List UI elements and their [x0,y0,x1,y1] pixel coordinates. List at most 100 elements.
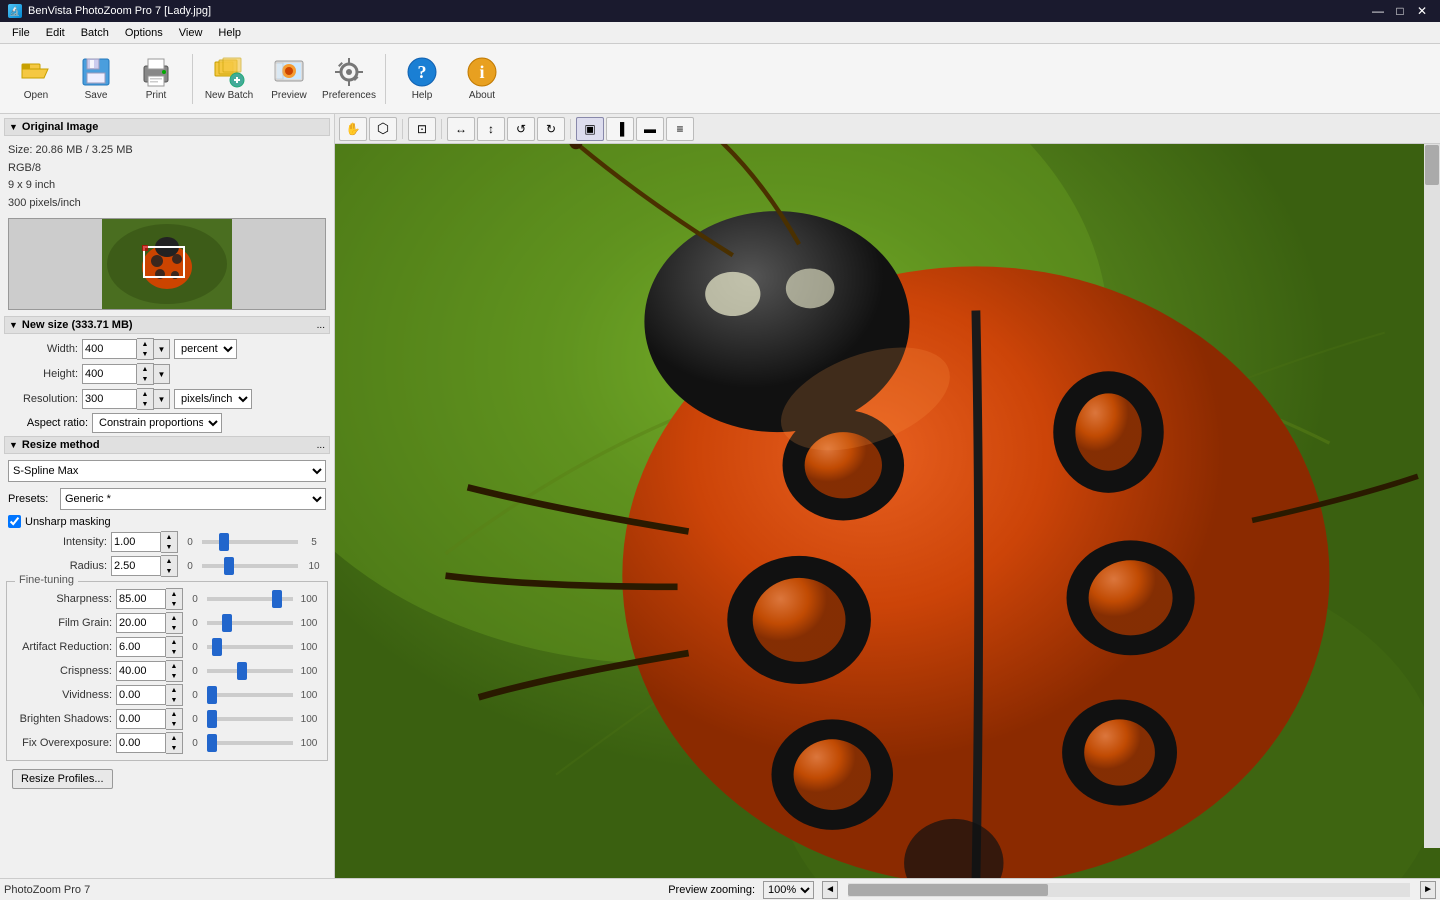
scroll-left-button[interactable]: ◄ [822,881,838,899]
preferences-button[interactable]: Preferences [321,48,377,110]
artifact-reduction-down[interactable]: ▼ [166,647,182,657]
resize-method-more[interactable]: ... [317,440,325,451]
original-image-header[interactable]: ▼ Original Image [4,118,330,136]
brighten-shadows-field[interactable] [116,709,166,729]
width-extra[interactable]: ▼ [154,339,170,359]
resolution-field[interactable] [82,389,137,409]
preview-label: Preview [271,90,307,101]
rotate-left-button[interactable]: ↺ [507,117,535,141]
sharpness-slider[interactable] [207,597,293,601]
fix-overexposure-up[interactable]: ▲ [166,733,182,743]
status-bar: PhotoZoom Pro 7 Preview zooming: 25% 50%… [0,878,1440,900]
menu-options[interactable]: Options [117,25,171,41]
flip-h-button[interactable]: ↔ [447,117,475,141]
maximize-button[interactable]: □ [1390,3,1410,19]
intensity-slider[interactable] [202,540,298,544]
menu-batch[interactable]: Batch [73,25,117,41]
unit-select[interactable]: percent pixels inch cm mm [174,339,237,359]
save-button[interactable]: Save [68,48,124,110]
film-grain-slider[interactable] [207,621,293,625]
height-up[interactable]: ▲ [137,364,153,374]
intensity-field[interactable] [111,532,161,552]
about-button[interactable]: i About [454,48,510,110]
crispness-down[interactable]: ▼ [166,671,182,681]
height-extra[interactable]: ▼ [154,364,170,384]
crispness-field[interactable] [116,661,166,681]
brighten-shadows-down[interactable]: ▼ [166,719,182,729]
resolution-extra[interactable]: ▼ [154,389,170,409]
film-grain-field[interactable] [116,613,166,633]
height-down[interactable]: ▼ [137,374,153,384]
flip-v-button[interactable]: ↕ [477,117,505,141]
radius-down[interactable]: ▼ [161,566,177,576]
menu-view[interactable]: View [171,25,211,41]
minimize-button[interactable]: — [1368,3,1388,19]
crispness-slider[interactable] [207,669,293,673]
sharpness-label: Sharpness: [17,593,112,605]
vividness-down[interactable]: ▼ [166,695,182,705]
preview-button[interactable]: Preview [261,48,317,110]
width-up[interactable]: ▲ [137,339,153,349]
fix-overexposure-slider[interactable] [207,741,293,745]
new-size-more[interactable]: ... [317,320,325,331]
width-field[interactable] [82,339,137,359]
new-size-header[interactable]: ▼ New size (333.71 MB) ... [4,316,330,334]
artifact-reduction-field[interactable] [116,637,166,657]
split-vertical-button[interactable]: ▐ [606,117,634,141]
print-button[interactable]: Print [128,48,184,110]
menu-file[interactable]: File [4,25,38,41]
close-button[interactable]: ✕ [1412,3,1432,19]
horizontal-scrollbar[interactable] [848,883,1410,897]
help-button[interactable]: ? Help [394,48,450,110]
height-label: Height: [8,368,78,380]
hand-tool-button[interactable]: ✋ [339,117,367,141]
radius-field[interactable] [111,556,161,576]
horizontal-scrollbar-thumb[interactable] [848,884,1048,896]
intensity-down[interactable]: ▼ [161,542,177,552]
sharpness-down[interactable]: ▼ [166,599,182,609]
sharpness-up[interactable]: ▲ [166,589,182,599]
vertical-scrollbar-thumb[interactable] [1425,145,1439,185]
intensity-up[interactable]: ▲ [161,532,177,542]
vividness-up[interactable]: ▲ [166,685,182,695]
unsharp-checkbox[interactable] [8,515,21,528]
single-view-button[interactable]: ▣ [576,117,604,141]
zoom-select[interactable]: 25% 50% 75% 100% 150% 200% [763,881,814,899]
artifact-reduction-slider[interactable] [207,645,293,649]
presets-select[interactable]: Generic * Generic Photo Illustration [60,488,326,510]
resize-profiles-button[interactable]: Resize Profiles... [12,769,113,789]
radius-up[interactable]: ▲ [161,556,177,566]
height-field[interactable] [82,364,137,384]
brighten-shadows-slider[interactable] [207,717,293,721]
resolution-down[interactable]: ▼ [137,399,153,409]
vividness-field[interactable] [116,685,166,705]
resize-method-header[interactable]: ▼ Resize method ... [4,436,330,454]
radius-spinner: ▲ ▼ [161,555,178,577]
fix-overexposure-field[interactable] [116,733,166,753]
new-batch-button[interactable]: New Batch [201,48,257,110]
open-button[interactable]: Open [8,48,64,110]
crop-button[interactable]: ⊡ [408,117,436,141]
scroll-right-button[interactable]: ► [1420,881,1436,899]
brighten-shadows-up[interactable]: ▲ [166,709,182,719]
fix-overexposure-down[interactable]: ▼ [166,743,182,753]
sharpness-field[interactable] [116,589,166,609]
artifact-reduction-up[interactable]: ▲ [166,637,182,647]
res-unit-select[interactable]: pixels/inch pixels/cm [174,389,252,409]
film-grain-down[interactable]: ▼ [166,623,182,633]
menu-edit[interactable]: Edit [38,25,73,41]
radius-slider[interactable] [202,564,298,568]
rotate-right-button[interactable]: ↻ [537,117,565,141]
vertical-scrollbar[interactable] [1424,144,1440,848]
vividness-slider[interactable] [207,693,293,697]
width-down[interactable]: ▼ [137,349,153,359]
method-select[interactable]: S-Spline Max S-Spline XL S-Spline Lanczo… [8,460,326,482]
film-grain-up[interactable]: ▲ [166,613,182,623]
crispness-up[interactable]: ▲ [166,661,182,671]
lasso-button[interactable]: ⬡ [369,117,397,141]
resolution-up[interactable]: ▲ [137,389,153,399]
menu-help[interactable]: Help [210,25,249,41]
compare-button[interactable]: ≡ [666,117,694,141]
aspect-ratio-select[interactable]: Constrain proportions Free Custom [92,413,222,433]
split-horizontal-button[interactable]: ▬ [636,117,664,141]
